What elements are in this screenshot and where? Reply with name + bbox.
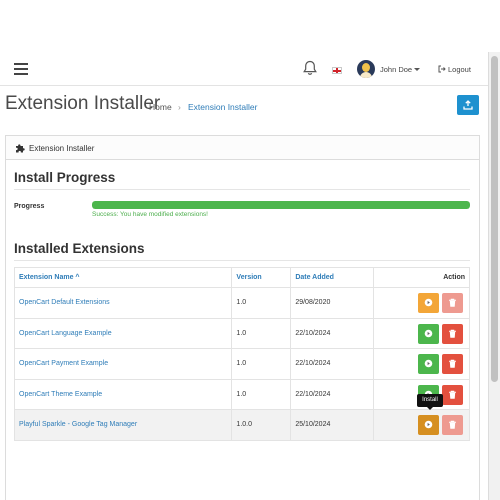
user-name[interactable]: John Doe [380, 65, 412, 74]
page-title: Extension Installer [5, 93, 161, 114]
date-cell: 22/10/2024 [290, 317, 375, 349]
version-value: 1.0 [236, 360, 247, 368]
page-scrollbar[interactable] [488, 52, 500, 500]
flag-icon[interactable] [332, 67, 342, 74]
delete-button[interactable] [442, 384, 464, 405]
install-icon [424, 420, 433, 429]
column-extension-name-label[interactable]: Extension Name ^ [19, 274, 80, 281]
tooltip-arrow [427, 407, 433, 410]
delete-button[interactable] [442, 323, 464, 344]
progress-bar-fill [92, 201, 470, 209]
menu-icon[interactable] [14, 63, 28, 75]
extension-name-cell[interactable]: Playful Sparkle - Google Tag Manager [13, 409, 233, 441]
extension-name-cell[interactable]: OpenCart Payment Example [13, 348, 233, 380]
avatar[interactable] [357, 60, 375, 78]
logout-link[interactable]: Logout [448, 65, 471, 74]
trash-icon [449, 329, 457, 338]
upload-icon [463, 100, 473, 110]
version-value: 1.0.0 [236, 421, 252, 429]
date-value: 22/10/2024 [295, 329, 331, 337]
scrollbar-thumb[interactable] [491, 56, 498, 382]
bell-icon[interactable] [303, 60, 317, 76]
breadcrumb-separator: › [178, 102, 181, 112]
extension-name-cell[interactable]: OpenCart Theme Example [13, 378, 233, 410]
version-cell: 1.0 [231, 317, 292, 349]
extension-name-link[interactable]: OpenCart Language Example [19, 330, 112, 337]
install-progress-title: Install Progress [14, 170, 116, 185]
column-extension-name[interactable]: Extension Name ^ [13, 267, 233, 288]
extension-name-link[interactable]: OpenCart Default Extensions [19, 299, 110, 306]
install-button[interactable] [418, 415, 440, 435]
table-header-row: Extension Name ^ Version Date Added Acti… [13, 267, 470, 288]
table-row: OpenCart Theme Example 1.0 22/10/2024 [13, 378, 470, 410]
progress-bar [92, 201, 470, 209]
table-row: OpenCart Payment Example 1.0 22/10/2024 [13, 348, 470, 380]
version-value: 1.0 [236, 390, 247, 398]
breadcrumb-home[interactable]: Home [149, 102, 172, 112]
trash-icon [449, 298, 457, 307]
panel-title: Extension Installer [29, 144, 95, 153]
date-value: 22/10/2024 [295, 360, 331, 368]
table-row: OpenCart Default Extensions 1.0 29/08/2020 [13, 287, 470, 319]
install-tooltip: Install [417, 394, 443, 407]
top-navbar: John Doe Logout [0, 52, 488, 86]
trash-icon [449, 359, 457, 368]
progress-label: Progress [14, 203, 45, 210]
version-cell: 1.0.0 [231, 409, 292, 441]
extension-name-link[interactable]: Playful Sparkle - Google Tag Manager [19, 421, 137, 428]
upload-button[interactable] [457, 95, 479, 115]
trash-icon [449, 390, 457, 399]
breadcrumb-current[interactable]: Extension Installer [188, 102, 257, 112]
delete-button[interactable] [442, 415, 464, 435]
trash-icon [449, 420, 457, 429]
install-icon [424, 298, 433, 307]
puzzle-icon [16, 144, 25, 153]
date-cell: 29/08/2020 [290, 287, 375, 319]
install-icon [424, 329, 433, 337]
extensions-table-body: OpenCart Default Extensions 1.0 29/08/2020… [13, 287, 470, 441]
delete-button[interactable] [442, 293, 464, 313]
version-cell: 1.0 [231, 378, 292, 410]
action-cell [373, 287, 470, 319]
install-button[interactable] [418, 354, 440, 374]
column-action-label: Action [443, 274, 465, 281]
extensions-table: Extension Name ^ Version Date Added Acti… [13, 267, 470, 441]
chevron-down-icon[interactable] [414, 68, 420, 71]
column-date-added[interactable]: Date Added [290, 267, 375, 288]
date-cell: 25/10/2024 [290, 409, 375, 441]
column-action: Action [373, 267, 470, 288]
table-row: Playful Sparkle - Google Tag Manager 1.0.… [13, 409, 470, 441]
column-version-label[interactable]: Version [236, 274, 261, 281]
column-version[interactable]: Version [231, 267, 292, 288]
install-button[interactable] [418, 323, 440, 344]
delete-button[interactable] [442, 354, 464, 374]
section-divider [14, 260, 470, 261]
extension-name-cell[interactable]: OpenCart Language Example [13, 317, 233, 349]
progress-message: Success: You have modified extensions! [92, 211, 208, 218]
action-cell [373, 317, 470, 349]
version-value: 1.0 [236, 299, 247, 307]
action-cell [373, 348, 470, 380]
date-cell: 22/10/2024 [290, 378, 375, 410]
table-row: OpenCart Language Example 1.0 22/10/2024 [13, 317, 470, 349]
date-value: 25/10/2024 [295, 421, 331, 429]
section-divider [14, 189, 470, 190]
extension-name-link[interactable]: OpenCart Theme Example [19, 391, 102, 398]
version-value: 1.0 [236, 329, 247, 337]
date-value: 22/10/2024 [295, 390, 331, 398]
date-value: 29/08/2020 [295, 299, 331, 307]
date-cell: 22/10/2024 [290, 348, 375, 380]
version-cell: 1.0 [231, 287, 292, 319]
panel-heading: Extension Installer [6, 136, 479, 160]
install-button[interactable] [418, 293, 440, 313]
action-cell [373, 409, 470, 441]
logout-icon[interactable] [438, 65, 446, 73]
column-date-label[interactable]: Date Added [295, 274, 334, 281]
extension-name-link[interactable]: OpenCart Payment Example [19, 360, 108, 367]
extension-name-cell[interactable]: OpenCart Default Extensions [13, 287, 233, 319]
install-icon [424, 359, 433, 368]
extension-installer-page: John Doe Logout Extension Installer Home… [0, 0, 500, 500]
installed-extensions-title: Installed Extensions [14, 241, 145, 256]
version-cell: 1.0 [231, 348, 292, 380]
